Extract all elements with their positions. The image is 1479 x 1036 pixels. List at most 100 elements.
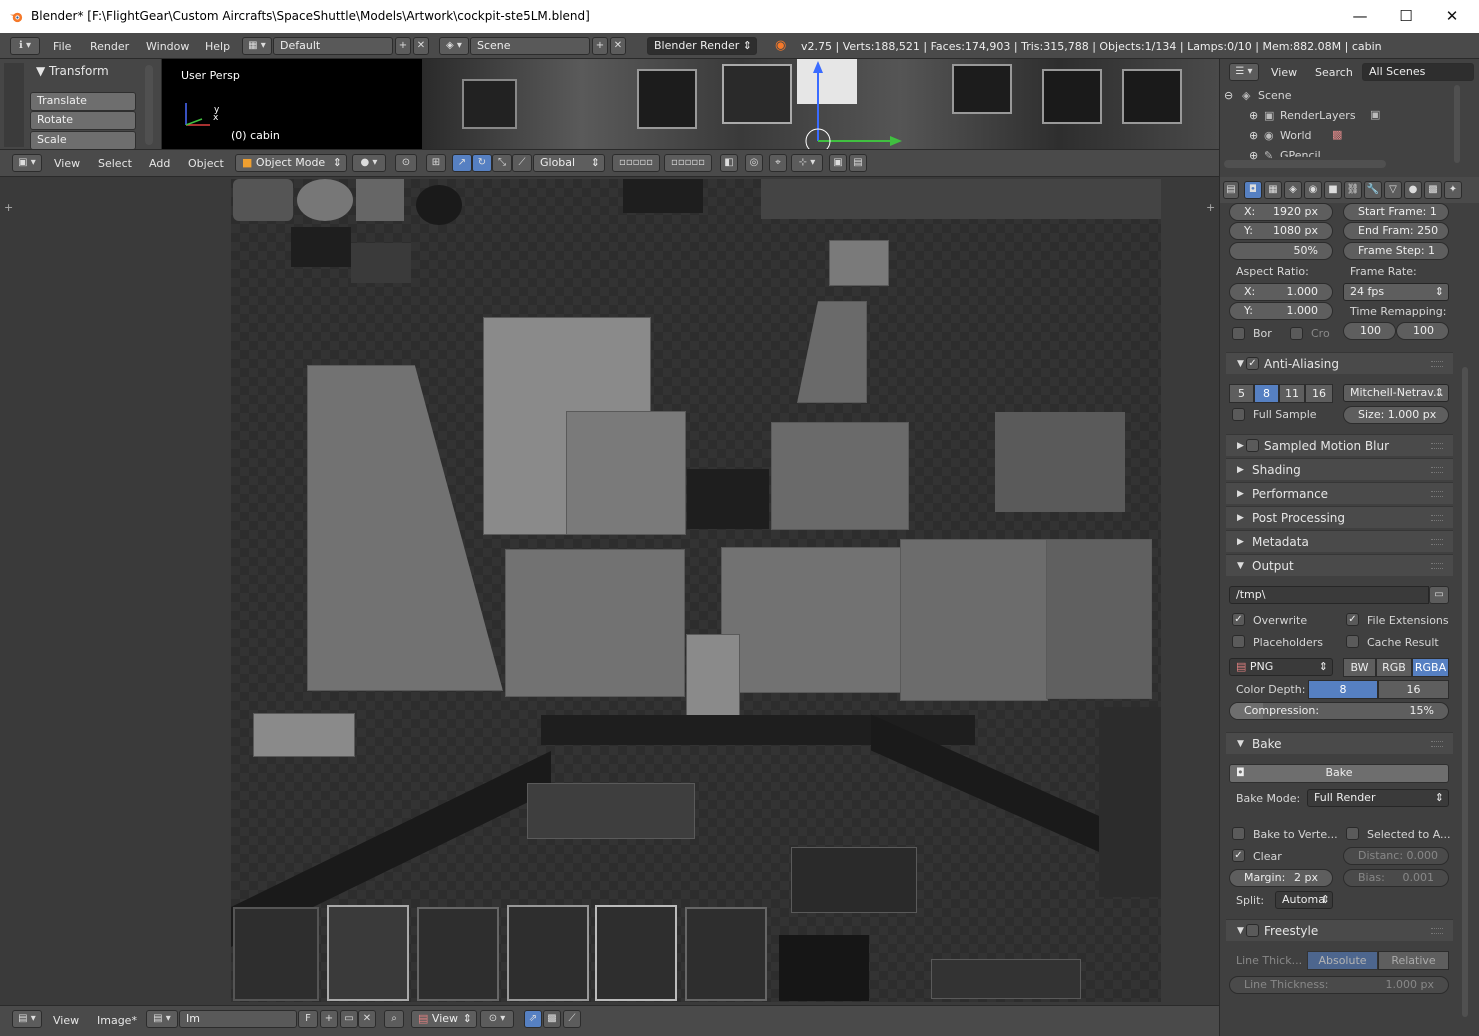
view-mode-select[interactable]: ▤ View ⇕: [411, 1010, 477, 1028]
bake-button[interactable]: ◘ Bake: [1229, 764, 1449, 783]
close-window-button[interactable]: ✕: [1429, 0, 1475, 33]
transform-orientation-select[interactable]: Global ⇕: [533, 154, 605, 172]
bake-section-header[interactable]: ▼ Bake: [1226, 732, 1453, 754]
menu-render[interactable]: Render: [90, 40, 129, 53]
layers-group-1-icon[interactable]: ▫▫▫▫▫: [612, 154, 660, 172]
menu-window[interactable]: Window: [146, 40, 189, 53]
manipulator-extra-icon[interactable]: ⟋: [512, 154, 532, 172]
scene-icon[interactable]: ◈ ▾: [439, 37, 469, 55]
open-image-icon[interactable]: ▭: [340, 1010, 358, 1028]
layer-lock-icon[interactable]: ◧: [720, 154, 738, 172]
image-name-field[interactable]: Im: [179, 1010, 297, 1028]
proportional-edit-icon[interactable]: ◎: [745, 154, 763, 172]
bake-bias-field[interactable]: Bias: 0.001: [1343, 869, 1449, 887]
freestyle-section-header[interactable]: ▼ Freestyle: [1226, 919, 1453, 941]
outliner-item-scene[interactable]: Scene: [1258, 89, 1292, 102]
scene-tab-icon[interactable]: ◈: [1284, 181, 1302, 199]
opengl-anim-icon[interactable]: ▤: [849, 154, 867, 172]
unlink-image-icon[interactable]: ✕: [358, 1010, 376, 1028]
editor-type-image-icon[interactable]: ▤ ▾: [12, 1010, 42, 1028]
layout-field[interactable]: Default: [273, 37, 393, 55]
image-edit-icon[interactable]: ⟋: [563, 1010, 581, 1028]
aa-size-field[interactable]: Size: 1.000 px: [1343, 406, 1449, 424]
cache-result-checkbox[interactable]: [1346, 635, 1359, 648]
rotate-button[interactable]: Rotate: [30, 111, 136, 130]
menu-file[interactable]: File: [53, 40, 71, 53]
resolution-y-field[interactable]: Y: 1080 px: [1229, 222, 1333, 240]
shading-section-header[interactable]: ▶ Shading: [1226, 458, 1453, 480]
editor-type-outliner-icon[interactable]: ☰ ▾: [1229, 63, 1259, 81]
editor-type-properties-icon[interactable]: ▤: [1223, 181, 1239, 199]
browse-folder-icon[interactable]: ▭: [1429, 586, 1449, 604]
anti-aliasing-section-header[interactable]: ▼ ✓ Anti-Aliasing: [1226, 352, 1453, 374]
expand-renderlayers-icon[interactable]: ⊕: [1249, 109, 1258, 122]
menu-image-view[interactable]: View: [53, 1014, 79, 1027]
world-texture-icon[interactable]: ▩: [1332, 128, 1342, 141]
modifiers-tab-icon[interactable]: 🔧: [1364, 181, 1382, 199]
selected-to-active-checkbox[interactable]: [1346, 827, 1359, 840]
bake-distance-field[interactable]: Distanc: 0.000: [1343, 847, 1449, 865]
color-mode-rgba[interactable]: RGBA: [1412, 658, 1449, 677]
menu-add[interactable]: Add: [149, 157, 170, 170]
frame-step-field[interactable]: Frame Step: 1: [1343, 242, 1449, 260]
outliner-menu-search[interactable]: Search: [1315, 66, 1353, 79]
scale-manipulator-icon[interactable]: ⤡: [492, 154, 512, 172]
collapse-scene-icon[interactable]: ⊖: [1224, 89, 1233, 102]
snap-element-icon[interactable]: ⊹ ▾: [791, 154, 823, 172]
aspect-x-field[interactable]: X: 1.000: [1229, 283, 1333, 301]
editor-type-3dview-icon[interactable]: ▣ ▾: [12, 154, 42, 172]
aa-samples-16[interactable]: 16: [1305, 384, 1333, 403]
sampled-motion-blur-section-header[interactable]: ▶ Sampled Motion Blur: [1226, 434, 1453, 456]
add-scene-icon[interactable]: +: [592, 37, 608, 55]
file-extensions-checkbox[interactable]: ✓: [1346, 613, 1359, 626]
placeholders-checkbox[interactable]: [1232, 635, 1245, 648]
bake-to-vertex-checkbox[interactable]: [1232, 827, 1245, 840]
properties-scrollbar[interactable]: [1462, 367, 1468, 1017]
color-depth-16[interactable]: 16: [1378, 680, 1449, 699]
aa-filter-select[interactable]: Mitchell-Netrav... ⇕: [1343, 384, 1449, 402]
menu-view[interactable]: View: [54, 157, 80, 170]
pivot-point-icon[interactable]: ⊙: [395, 154, 417, 172]
remove-scene-icon[interactable]: ✕: [610, 37, 626, 55]
layers-group-2-icon[interactable]: ▫▫▫▫▫: [664, 154, 712, 172]
image-alpha-icon[interactable]: ▩: [543, 1010, 561, 1028]
line-thickness-field[interactable]: Line Thickness: 1.000 px: [1229, 976, 1449, 994]
texture-tab-icon[interactable]: ▩: [1424, 181, 1442, 199]
menu-image[interactable]: Image*: [97, 1014, 137, 1027]
compression-slider[interactable]: Compression: 15%: [1229, 702, 1449, 720]
aa-samples-8[interactable]: 8: [1254, 384, 1279, 403]
time-remap-new-field[interactable]: 100: [1396, 322, 1449, 340]
object-tab-icon[interactable]: ■: [1324, 181, 1342, 199]
snap-toggle-icon[interactable]: ⌖: [769, 154, 787, 172]
minimize-button[interactable]: —: [1337, 0, 1383, 33]
expand-properties-icon[interactable]: +: [1206, 201, 1215, 214]
end-frame-field[interactable]: End Fram: 250: [1343, 222, 1449, 240]
renderlayer-visibility-icon[interactable]: ▣: [1370, 108, 1380, 121]
3d-viewport[interactable]: User Persp x y (0) cabin: [162, 59, 1219, 149]
rotate-manipulator-icon[interactable]: ↻: [472, 154, 492, 172]
editor-type-info-icon[interactable]: ℹ ▾: [10, 37, 40, 55]
scene-field[interactable]: Scene: [470, 37, 590, 55]
outliner-h-scrollbar[interactable]: [1224, 160, 1386, 168]
physics-tab-icon[interactable]: ✦: [1444, 181, 1462, 199]
render-tab-icon[interactable]: ◘: [1244, 181, 1262, 199]
add-layout-icon[interactable]: +: [395, 37, 411, 55]
line-thickness-absolute[interactable]: Absolute: [1307, 951, 1378, 970]
translate-button[interactable]: Translate: [30, 92, 136, 111]
browse-image-icon[interactable]: ▤ ▾: [146, 1010, 178, 1028]
data-tab-icon[interactable]: ▽: [1384, 181, 1402, 199]
fake-user-button[interactable]: F: [298, 1010, 318, 1028]
performance-section-header[interactable]: ▶ Performance: [1226, 482, 1453, 504]
line-thickness-relative[interactable]: Relative: [1378, 951, 1449, 970]
color-mode-rgb[interactable]: RGB: [1376, 658, 1412, 677]
manipulator-toggle-icon[interactable]: ⊞: [426, 154, 446, 172]
outliner-item-renderlayers[interactable]: RenderLayers: [1280, 109, 1356, 122]
bake-clear-checkbox[interactable]: ✓: [1232, 849, 1245, 862]
remove-layout-icon[interactable]: ✕: [413, 37, 429, 55]
screen-layout-icon[interactable]: ▦ ▾: [242, 37, 272, 55]
aa-samples-11[interactable]: 11: [1279, 384, 1305, 403]
menu-select[interactable]: Select: [98, 157, 132, 170]
aspect-y-field[interactable]: Y: 1.000: [1229, 302, 1333, 320]
crop-checkbox[interactable]: [1290, 327, 1303, 340]
expand-world-icon[interactable]: ⊕: [1249, 129, 1258, 142]
